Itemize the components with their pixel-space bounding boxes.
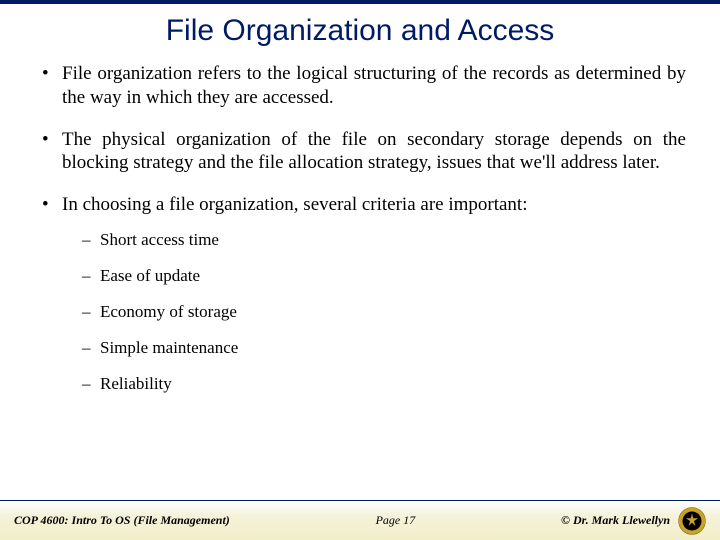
- sub-bullet-item: Economy of storage: [62, 301, 686, 323]
- sub-bullet-item: Simple maintenance: [62, 337, 686, 359]
- bullet-item: The physical organization of the file on…: [40, 128, 686, 176]
- footer-page: Page 17: [230, 513, 561, 528]
- footer-course: COP 4600: Intro To OS (File Management): [14, 513, 230, 528]
- bullet-list: File organization refers to the logical …: [40, 62, 686, 395]
- footer-author-group: © Dr. Mark Llewellyn: [561, 507, 706, 535]
- slide-body: File organization refers to the logical …: [0, 62, 720, 395]
- footer-bar: COP 4600: Intro To OS (File Management) …: [0, 500, 720, 540]
- bullet-text: The physical organization of the file on…: [62, 129, 686, 174]
- sub-bullet-item: Short access time: [62, 229, 686, 251]
- sub-bullet-item: Ease of update: [62, 265, 686, 287]
- slide-title: File Organization and Access: [0, 14, 720, 48]
- ucf-seal-icon: [678, 507, 706, 535]
- sub-bullet-item: Reliability: [62, 373, 686, 395]
- footer-author: © Dr. Mark Llewellyn: [561, 513, 670, 528]
- sub-bullet-list: Short access time Ease of update Economy…: [62, 229, 686, 395]
- slide: File Organization and Access File organi…: [0, 0, 720, 540]
- bullet-text: File organization refers to the logical …: [62, 63, 686, 108]
- bullet-text: In choosing a file organization, several…: [62, 194, 528, 215]
- bullet-item: In choosing a file organization, several…: [40, 193, 686, 395]
- bullet-item: File organization refers to the logical …: [40, 62, 686, 110]
